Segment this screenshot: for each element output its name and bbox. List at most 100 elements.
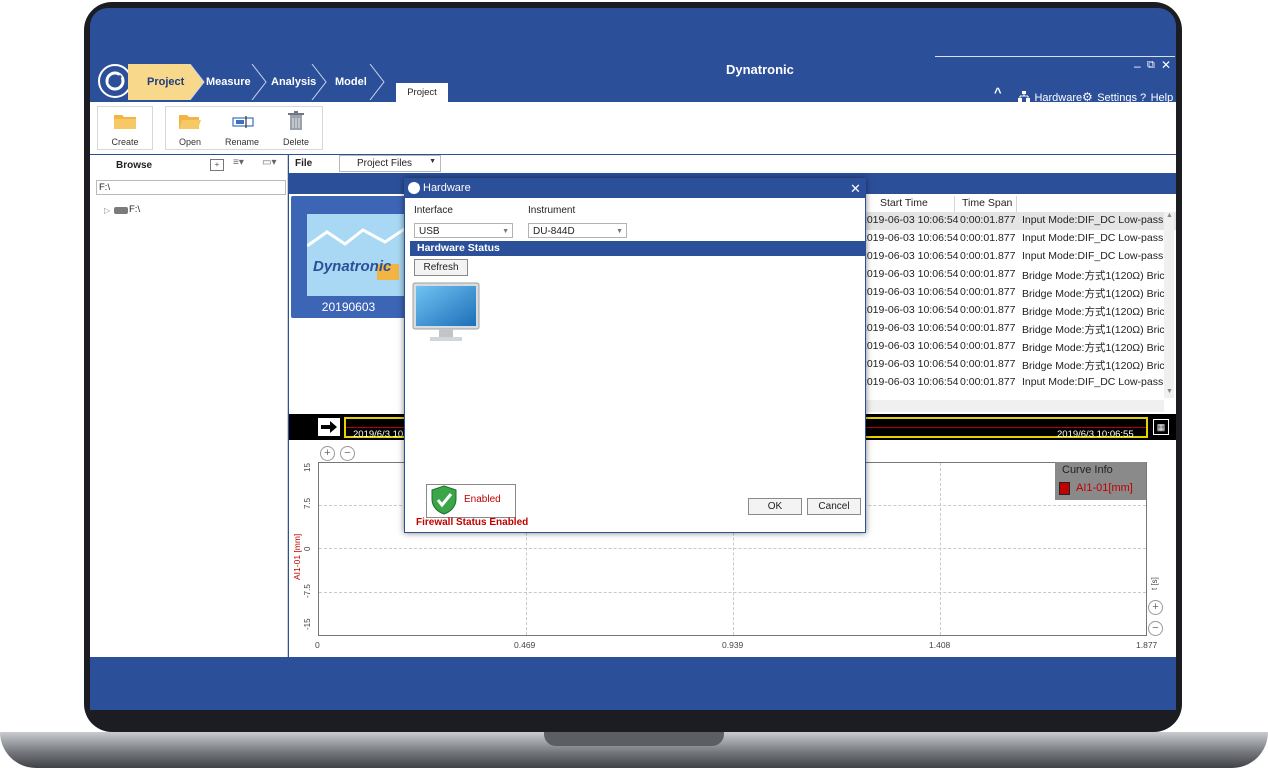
col-time-span[interactable]: Time Span — [962, 197, 1012, 209]
curve-info-title: Curve Info — [1062, 464, 1113, 476]
open-button[interactable]: Open — [172, 110, 208, 150]
table-row[interactable]: 2019-06-03 10:06:54 0:00:01.877 Bridge Mod… — [864, 284, 1176, 302]
dialog-app-icon — [408, 182, 420, 194]
instrument-select[interactable]: DU-844D ▼ — [528, 223, 627, 238]
x-tick-4: 1.877 — [1136, 640, 1158, 650]
collapse-ribbon-icon[interactable]: ^ — [994, 85, 1002, 100]
x-axis-label: t [s] — [1150, 577, 1159, 590]
file-type-select[interactable]: Project Files ▼ — [339, 155, 441, 172]
table-header-row: Start Time Time Span — [864, 196, 1164, 213]
instrument-chevron-icon: ▼ — [616, 228, 623, 235]
table-row[interactable]: 2019-06-03 10:06:54 0:00:01.877 Bridge Mod… — [864, 302, 1176, 320]
row-time-span: 0:00:01.877 — [960, 358, 1016, 370]
table-hscrollbar[interactable] — [864, 400, 1164, 412]
shield-check-icon — [431, 485, 457, 515]
row-description: Bridge Mode:方式1(120Ω) Bric — [1022, 288, 1165, 300]
browse-title: Browse — [116, 160, 153, 171]
interface-value: USB — [419, 226, 440, 237]
row-description: Bridge Mode:方式1(120Ω) Bric — [1022, 342, 1165, 354]
status-band — [90, 657, 1176, 709]
project-tile-name: 20190603 — [321, 300, 376, 314]
cancel-button[interactable]: Cancel — [807, 498, 861, 515]
table-row[interactable]: 2019-06-03 10:06:54 0:00:01.877 Input Mode… — [864, 248, 1176, 266]
delete-label: Delete — [282, 137, 309, 147]
instrument-value: DU-844D — [533, 226, 575, 237]
project-tile[interactable]: Dynatronic 20190603 — [291, 196, 406, 318]
laptop-notch — [544, 732, 724, 746]
hardware-dialog: Hardware ✕ Interface USB ▼ Instrument DU… — [404, 178, 866, 533]
table-row[interactable]: 2019-06-03 10:06:54 0:00:01.877 Bridge Mod… — [864, 320, 1176, 338]
x-tick-1: 0.469 — [514, 640, 536, 650]
rename-label: Rename — [224, 137, 260, 147]
curve-name[interactable]: AI1-01[mm] — [1076, 482, 1133, 494]
grid-x3 — [940, 463, 941, 635]
open-folder-icon — [179, 115, 201, 129]
chevron-down-icon: ▼ — [429, 158, 436, 165]
grid-y2 — [319, 548, 1146, 549]
new-folder-icon[interactable]: + — [210, 159, 224, 171]
timeline-start: 2019/6/3 10 — [353, 429, 404, 440]
create-label: Create — [111, 137, 139, 147]
nav-project[interactable]: Project — [147, 76, 184, 88]
firewall-status-text: Firewall Status Enabled — [416, 517, 529, 528]
nav-measure[interactable]: Measure — [206, 76, 251, 88]
app-title: Dynatronic — [726, 62, 794, 77]
interface-label: Interface — [414, 205, 453, 216]
col-start-time[interactable]: Start Time — [880, 197, 928, 209]
ok-button[interactable]: OK — [748, 498, 802, 515]
drive-icon — [114, 207, 128, 214]
time-zoom-out-icon[interactable]: − — [1148, 621, 1163, 636]
zoom-in-icon[interactable]: + — [320, 446, 335, 461]
delete-button[interactable]: Delete — [278, 110, 314, 150]
row-time-span: 0:00:01.877 — [960, 322, 1016, 334]
sort-icon[interactable]: ≡▾ — [233, 157, 244, 168]
tab-project[interactable]: Project — [396, 83, 448, 102]
nav-analysis[interactable]: Analysis — [271, 76, 316, 88]
y-tick-15: 15 — [303, 463, 312, 472]
rename-button[interactable]: Rename — [222, 110, 262, 150]
table-row[interactable]: 2019-06-03 10:06:54 0:00:01.877 Bridge Mod… — [864, 356, 1176, 374]
curve-color-swatch[interactable] — [1059, 482, 1070, 495]
device-monitor-icon[interactable] — [412, 282, 480, 344]
timeline-arrow-icon[interactable] — [318, 418, 340, 436]
table-row[interactable]: 2019-06-03 10:06:54 0:00:01.877 Bridge Mod… — [864, 338, 1176, 356]
zoom-out-icon[interactable]: − — [340, 446, 355, 461]
row-description: Bridge Mode:方式1(120Ω) Bric — [1022, 324, 1165, 336]
calendar-icon[interactable]: ▦ — [1153, 419, 1169, 435]
folder-menu-icon[interactable]: ▭▾ — [262, 157, 276, 168]
row-time-span: 0:00:01.877 — [960, 376, 1016, 388]
browse-path-input[interactable]: F:\ — [96, 180, 286, 195]
minimize-button[interactable]: – — [1134, 59, 1141, 73]
restore-button[interactable]: ⧉ — [1147, 59, 1155, 72]
refresh-button[interactable]: Refresh — [414, 259, 468, 276]
tree-expand-icon[interactable]: ▷ — [104, 206, 110, 215]
table-row[interactable]: 2019-06-03 10:06:54 0:00:01.877 Input Mode… — [864, 374, 1176, 392]
open-label: Open — [178, 137, 202, 147]
table-row[interactable]: 2019-06-03 10:06:54 0:00:01.877 Input Mode… — [864, 212, 1176, 230]
instrument-label: Instrument — [528, 205, 576, 216]
tree-item-drive[interactable]: F:\ — [129, 204, 140, 215]
x-tick-3: 1.408 — [929, 640, 951, 650]
table-scrollbar[interactable]: ▲ ▼ — [1164, 212, 1174, 398]
dialog-title: Hardware — [423, 182, 471, 194]
interface-select[interactable]: USB ▼ — [414, 223, 513, 238]
interface-chevron-icon: ▼ — [502, 228, 509, 235]
nav-model[interactable]: Model — [335, 76, 367, 88]
table-row[interactable]: 2019-06-03 10:06:54 0:00:01.877 Bridge Mod… — [864, 266, 1176, 284]
row-start-time: 2019-06-03 10:06:54 — [864, 376, 959, 388]
hardware-status-header: Hardware Status — [410, 241, 865, 256]
time-zoom-in-icon[interactable]: + — [1148, 600, 1163, 615]
row-time-span: 0:00:01.877 — [960, 340, 1016, 352]
row-start-time: 2019-06-03 10:06:54 — [864, 286, 959, 298]
row-description: Input Mode:DIF_DC Low-pass — [1022, 214, 1164, 226]
row-start-time: 2019-06-03 10:06:54 — [864, 214, 959, 226]
row-time-span: 0:00:01.877 — [960, 268, 1016, 280]
dialog-close-icon[interactable]: ✕ — [850, 181, 861, 197]
row-start-time: 2019-06-03 10:06:54 — [864, 268, 959, 280]
row-start-time: 2019-06-03 10:06:54 — [864, 358, 959, 370]
create-button[interactable]: Create — [97, 106, 153, 150]
table-row[interactable]: 2019-06-03 10:06:54 0:00:01.877 Input Mode… — [864, 230, 1176, 248]
x-tick-2: 0.939 — [722, 640, 744, 650]
close-button[interactable]: ✕ — [1161, 58, 1171, 72]
y-tick-0: 0 — [303, 546, 312, 551]
